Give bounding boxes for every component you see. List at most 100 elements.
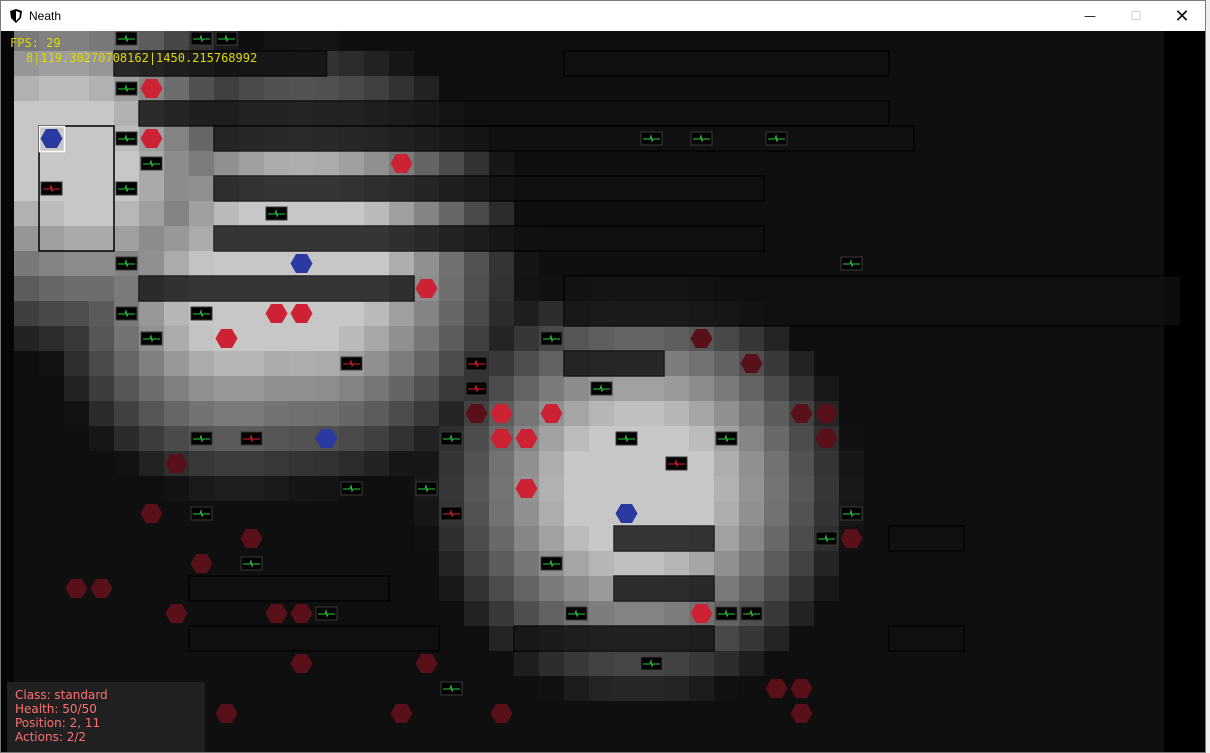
floor-tile [439, 276, 464, 301]
floor-tile [914, 726, 939, 751]
floor-tile [589, 31, 614, 51]
floor-tile [464, 651, 489, 676]
floor-tile [1114, 751, 1139, 752]
floor-tile [389, 251, 414, 276]
floor-tile [214, 726, 239, 751]
floor-tile [189, 526, 214, 551]
floor-tile [689, 376, 714, 401]
floor-tile [339, 376, 364, 401]
floor-tile [539, 451, 564, 476]
floor-tile [1039, 376, 1064, 401]
floor-tile [1064, 551, 1089, 576]
floor-tile [489, 31, 514, 51]
floor-tile [239, 701, 264, 726]
floor-tile [489, 451, 514, 476]
floor-tile [1014, 601, 1039, 626]
floor-tile [514, 351, 539, 376]
floor-tile [389, 551, 414, 576]
close-button[interactable]: ✕ [1159, 1, 1205, 31]
floor-tile [664, 201, 689, 226]
floor-tile [1114, 476, 1139, 501]
floor-tile [139, 551, 164, 576]
minimize-button[interactable]: — [1067, 1, 1113, 31]
floor-tile [1014, 376, 1039, 401]
floor-tile [114, 476, 139, 501]
floor-tile [164, 401, 189, 426]
floor-tile [464, 701, 489, 726]
floor-tile [1014, 326, 1039, 351]
floor-tile [164, 326, 189, 351]
floor-tile [439, 401, 464, 426]
floor-tile [389, 526, 414, 551]
floor-tile [164, 526, 189, 551]
floor-tile [564, 551, 589, 576]
floor-tile [14, 551, 39, 576]
floor-tile [739, 426, 764, 451]
maximize-button[interactable]: ☐ [1113, 1, 1159, 31]
floor-tile [614, 476, 639, 501]
floor-tile [539, 576, 564, 601]
floor-tile [714, 701, 739, 726]
floor-tile [1064, 76, 1089, 101]
floor-tile [1014, 526, 1039, 551]
floor-tile [689, 251, 714, 276]
floor-tile [464, 751, 489, 752]
game-viewport[interactable]: FPS: 29 8|119.30270708162|1450.215768992 … [2, 31, 1205, 752]
floor-tile [914, 701, 939, 726]
floor-tile [739, 501, 764, 526]
title-bar[interactable]: Neath — ☐ ✕ [1, 1, 1205, 31]
floor-tile [14, 301, 39, 326]
floor-tile [214, 501, 239, 526]
floor-tile [239, 501, 264, 526]
floor-tile [239, 376, 264, 401]
floor-tile [64, 176, 89, 201]
floor-tile [1139, 451, 1164, 476]
floor-tile [989, 101, 1014, 126]
floor-tile [789, 576, 814, 601]
floor-tile [989, 251, 1014, 276]
floor-tile [714, 626, 739, 651]
floor-tile [739, 451, 764, 476]
floor-tile [164, 126, 189, 151]
game-map[interactable] [2, 31, 1205, 752]
floor-tile [764, 226, 789, 251]
floor-tile [64, 651, 89, 676]
floor-tile [389, 31, 414, 51]
floor-tile [414, 576, 439, 601]
floor-tile [189, 401, 214, 426]
floor-tile [1014, 126, 1039, 151]
floor-tile [164, 251, 189, 276]
floor-tile [914, 176, 939, 201]
floor-tile [64, 201, 89, 226]
floor-tile [214, 251, 239, 276]
floor-tile [364, 201, 389, 226]
floor-tile [1039, 176, 1064, 201]
floor-tile [639, 326, 664, 351]
floor-tile [364, 501, 389, 526]
floor-tile [864, 576, 889, 601]
floor-tile [389, 726, 414, 751]
floor-tile [914, 601, 939, 626]
floor-tile [114, 551, 139, 576]
floor-tile [1114, 201, 1139, 226]
floor-tile [564, 701, 589, 726]
wall-segment [138, 100, 890, 127]
floor-tile [764, 576, 789, 601]
floor-tile [764, 426, 789, 451]
floor-tile [614, 676, 639, 701]
floor-tile [414, 351, 439, 376]
floor-tile [364, 326, 389, 351]
floor-tile [64, 101, 89, 126]
floor-tile [1039, 701, 1064, 726]
floor-tile [189, 151, 214, 176]
floor-tile [614, 601, 639, 626]
floor-tile [739, 676, 764, 701]
floor-tile [439, 751, 464, 752]
floor-tile [489, 526, 514, 551]
floor-tile [189, 451, 214, 476]
floor-tile [189, 376, 214, 401]
floor-tile [314, 526, 339, 551]
floor-tile [1114, 576, 1139, 601]
floor-tile [814, 201, 839, 226]
floor-tile [1014, 76, 1039, 101]
